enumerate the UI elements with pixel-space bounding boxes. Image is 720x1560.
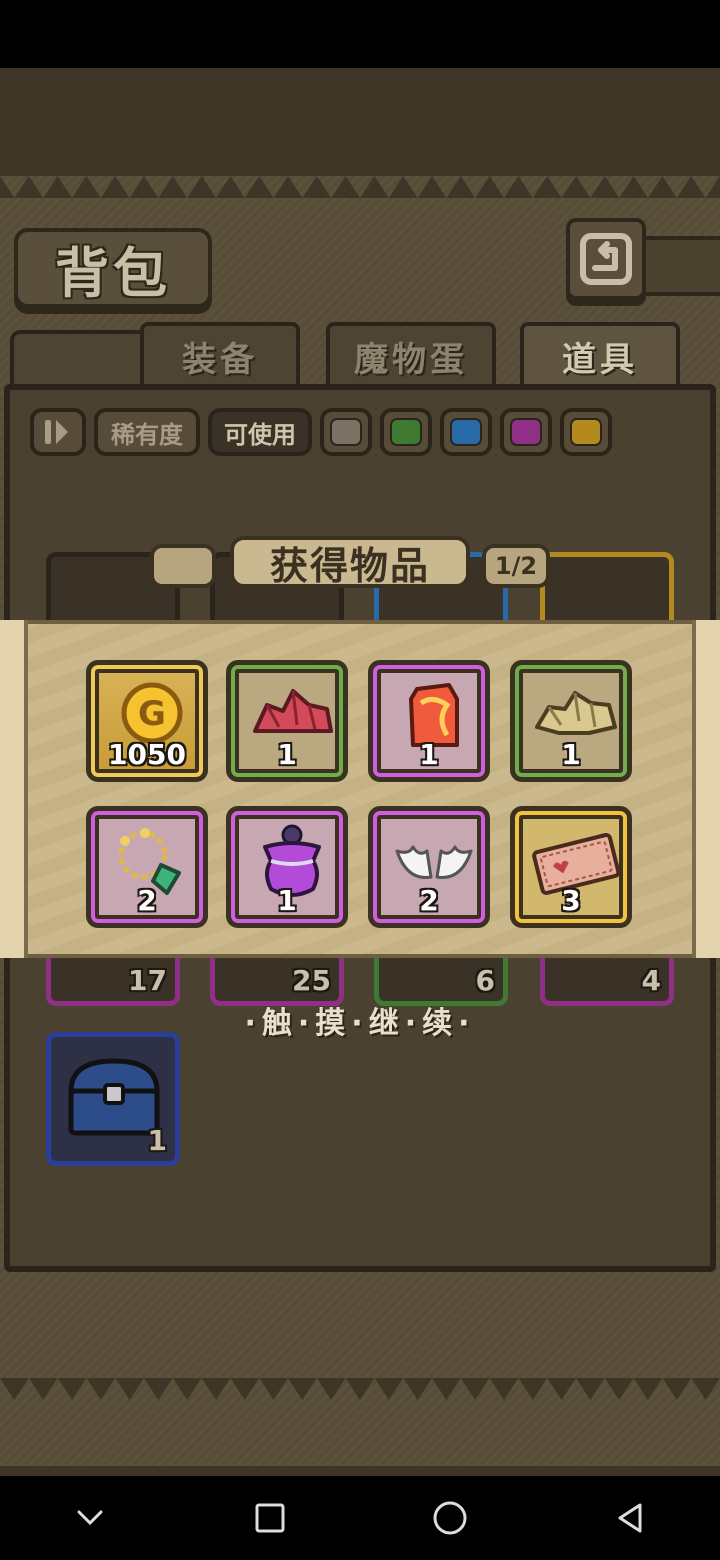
page-title: 背包	[14, 228, 212, 308]
popup-title-text: 获得物品	[269, 543, 430, 588]
popup-header: 获得物品 1/2	[150, 536, 550, 596]
reward-flower-necklace[interactable]: 2	[86, 806, 208, 928]
popup-edge-right	[692, 620, 720, 958]
back-button-extension	[640, 236, 720, 296]
reward-quantity: 1050	[108, 738, 186, 771]
nav-home-button[interactable]	[420, 1488, 480, 1548]
reward-quantity: 1	[419, 738, 439, 771]
tab-items[interactable]: 道具	[520, 322, 680, 386]
item-count: 4	[641, 964, 661, 997]
tab-equipment-label: 装备	[182, 339, 258, 380]
filter-gray-button[interactable]	[320, 408, 372, 456]
chevron-down-icon	[77, 1510, 103, 1526]
reward-quantity: 1	[277, 738, 297, 771]
nav-hide-button[interactable]	[60, 1488, 120, 1548]
item-count: 25	[292, 964, 331, 997]
reward-quantity: 1	[277, 884, 297, 917]
reward-fire-crystal[interactable]: 1	[368, 660, 490, 782]
filter-rarity-label: 稀有度	[111, 420, 183, 449]
reward-angel-wings[interactable]: 2	[368, 806, 490, 928]
reward-quantity: 2	[137, 884, 157, 917]
inventory-slot-chest[interactable]: 1	[46, 1032, 180, 1166]
reward-ticket[interactable]: 3	[510, 806, 632, 928]
tab-equipment[interactable]: 装备	[140, 322, 300, 386]
recents-icon	[255, 1503, 285, 1533]
filter-green-button[interactable]	[380, 408, 432, 456]
sort-toggle-button[interactable]	[30, 408, 86, 456]
gray-swatch	[330, 418, 362, 446]
tab-monster-egg-label: 魔物蛋	[354, 339, 468, 380]
back-icon	[618, 1503, 642, 1533]
filter-usable-button[interactable]: 可使用	[208, 408, 312, 456]
system-navigation-bar	[0, 1476, 720, 1560]
page-title-text: 背包	[55, 241, 171, 305]
popup-title: 获得物品	[230, 536, 470, 588]
sort-icon	[45, 420, 68, 444]
popup-edge-left	[0, 620, 28, 958]
tab-monster-egg[interactable]: 魔物蛋	[326, 322, 496, 386]
filter-rarity-button[interactable]: 稀有度	[94, 408, 200, 456]
purple-swatch	[510, 418, 542, 446]
filter-gold-button[interactable]	[560, 408, 612, 456]
reward-quantity: 2	[419, 884, 439, 917]
reward-red-crystal-ore[interactable]: 1	[226, 660, 348, 782]
home-icon	[433, 1501, 467, 1535]
popup-page-text: 1/2	[494, 552, 538, 580]
reward-quantity: 3	[561, 884, 581, 917]
green-swatch	[390, 418, 422, 446]
tab-items-label: 道具	[562, 339, 638, 380]
return-arrow-icon	[580, 233, 632, 285]
reward-gold-ore[interactable]: 1	[510, 660, 632, 782]
blue-swatch	[450, 418, 482, 446]
reward-quantity: 1	[561, 738, 581, 771]
reward-purple-potion[interactable]: 1	[226, 806, 348, 928]
popup-page-indicator: 1/2	[482, 544, 550, 588]
gold-swatch	[570, 418, 602, 446]
reward-gold-coin[interactable]: G 1050	[86, 660, 208, 782]
nav-recents-button[interactable]	[240, 1488, 300, 1548]
filter-bar: 稀有度 可使用	[30, 405, 612, 459]
item-count: 17	[128, 964, 167, 997]
touch-to-continue-prompt[interactable]: ·触·摸·继·续·	[0, 998, 720, 1042]
filter-blue-button[interactable]	[440, 408, 492, 456]
back-button[interactable]	[566, 218, 646, 300]
item-count: 6	[475, 964, 495, 997]
svg-text:G: G	[138, 694, 166, 734]
tab-left-stub	[10, 330, 150, 386]
popup-header-left-tab	[150, 544, 216, 588]
filter-usable-label: 可使用	[224, 420, 296, 449]
status-bar	[0, 0, 720, 68]
item-count: 1	[147, 1124, 167, 1157]
filter-purple-button[interactable]	[500, 408, 552, 456]
nav-back-button[interactable]	[600, 1488, 660, 1548]
